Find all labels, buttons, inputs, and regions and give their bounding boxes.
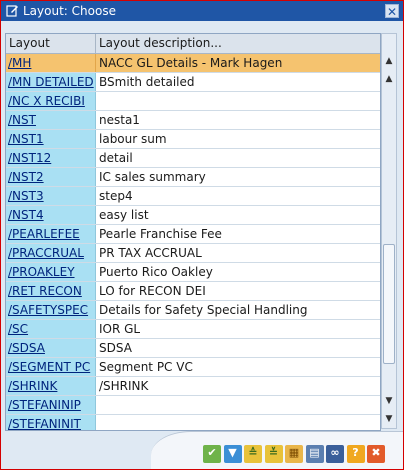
table-row[interactable]: /PRACCRUAL PR TAX ACCRUAL <box>6 244 380 263</box>
dialog-title: Layout: Choose <box>23 4 116 18</box>
table-header: Layout Layout description... <box>6 34 380 54</box>
layout-description-cell[interactable]: IC sales summary <box>96 168 380 186</box>
table-row[interactable]: /NST12 detail <box>6 149 380 168</box>
table-row[interactable]: /NST4 easy list <box>6 206 380 225</box>
layout-description-cell[interactable]: LO for RECON DEI <box>96 282 380 300</box>
table-row[interactable]: /NST nesta1 <box>6 111 380 130</box>
sort-descending-icon: ≚ <box>268 446 279 459</box>
layout-name-cell[interactable]: /NC X RECIBI <box>6 92 96 110</box>
layout-name-cell[interactable]: /NST <box>6 111 96 129</box>
layout-name-cell[interactable]: /STEFANINIP <box>6 396 96 414</box>
table-row[interactable]: /NST1 labour sum <box>6 130 380 149</box>
table-row[interactable]: /PROAKLEY Puerto Rico Oakley <box>6 263 380 282</box>
close-icon: ✖ <box>371 446 381 459</box>
layout-name-cell[interactable]: /PROAKLEY <box>6 263 96 281</box>
layout-name-cell[interactable]: /SAFETYSPEC <box>6 301 96 319</box>
layout-description-cell[interactable]: BSmith detailed <box>96 73 380 91</box>
layout-description-cell[interactable]: NACC GL Details - Mark Hagen <box>96 54 380 72</box>
scroll-bottom-icon[interactable]: ▼ <box>382 412 396 426</box>
printer-icon: ▤ <box>309 446 320 459</box>
close-window-button[interactable]: ✕ <box>385 4 399 19</box>
table-row[interactable]: /SEGMENT PC Segment PC VC <box>6 358 380 377</box>
layout-name-cell[interactable]: /MH <box>6 54 96 72</box>
layout-name-cell[interactable]: /SDSA <box>6 339 96 357</box>
scroll-top-icon[interactable]: ▲ <box>382 54 396 68</box>
layout-description-cell[interactable]: step4 <box>96 187 380 205</box>
table-row[interactable]: /STEFANINIT <box>6 415 380 430</box>
table-row[interactable]: /PEARLEFEE Pearle Franchise Fee <box>6 225 380 244</box>
column-header-layout[interactable]: Layout <box>6 34 96 53</box>
layout-description-cell[interactable]: Details for Safety Special Handling <box>96 301 380 319</box>
table-row[interactable]: /MN DETAILED BSmith detailed <box>6 73 380 92</box>
layout-description-cell[interactable] <box>96 415 380 430</box>
table-row[interactable]: /SAFETYSPEC Details for Safety Special Ha… <box>6 301 380 320</box>
help-button[interactable]: ? <box>346 445 365 463</box>
sort-descending-button[interactable]: ≚ <box>264 445 283 463</box>
edit-layout-icon <box>6 5 18 17</box>
layout-description-cell[interactable]: easy list <box>96 206 380 224</box>
table-row[interactable]: /SC IOR GL <box>6 320 380 339</box>
layout-name-cell[interactable]: /NST3 <box>6 187 96 205</box>
scrollbar-thumb[interactable] <box>383 244 395 364</box>
layout-description-cell[interactable] <box>96 396 380 414</box>
layout-name-cell[interactable]: /SHRINK <box>6 377 96 395</box>
grid-icon: ▦ <box>288 446 300 459</box>
table-row[interactable]: /STEFANINIP <box>6 396 380 415</box>
layout-name-cell[interactable]: /NST1 <box>6 130 96 148</box>
layout-description-cell[interactable]: IOR GL <box>96 320 380 338</box>
table-view-button[interactable]: ▦ <box>285 445 303 463</box>
layout-description-cell[interactable]: PR TAX ACCRUAL <box>96 244 380 262</box>
table-row[interactable]: /SHRINK/SHRINK <box>6 377 380 396</box>
sort-ascending-icon: ≙ <box>248 446 258 459</box>
table-row[interactable]: /NC X RECIBI <box>6 92 380 111</box>
layout-name-cell[interactable]: /NST4 <box>6 206 96 224</box>
vertical-scrollbar[interactable]: ▲ ▲ ▼ ▼ <box>381 33 397 429</box>
table-row[interactable]: /MH NACC GL Details - Mark Hagen <box>6 54 380 73</box>
cancel-button[interactable]: ✖ <box>367 445 385 463</box>
layout-name-cell[interactable]: /SEGMENT PC <box>6 358 96 376</box>
layout-description-cell[interactable]: detail <box>96 149 380 167</box>
help-icon: ? <box>352 446 359 459</box>
find-button[interactable]: ∞ <box>326 445 344 463</box>
layout-table: Layout Layout description... /MH NACC GL … <box>5 33 381 431</box>
layout-description-cell[interactable]: SDSA <box>96 339 380 357</box>
layout-name-cell[interactable]: /PEARLEFEE <box>6 225 96 243</box>
layout-description-cell[interactable] <box>96 92 380 110</box>
layout-name-cell[interactable]: /SC <box>6 320 96 338</box>
layout-description-cell[interactable]: nesta1 <box>96 111 380 129</box>
layout-description-cell[interactable]: Puerto Rico Oakley <box>96 263 380 281</box>
scroll-down-icon[interactable]: ▼ <box>382 394 396 408</box>
layout-name-cell[interactable]: /STEFANINIT <box>6 415 96 430</box>
layout-description-cell[interactable]: Pearle Franchise Fee <box>96 225 380 243</box>
table-row[interactable]: /NST2 IC sales summary <box>6 168 380 187</box>
continue-button[interactable]: ✔ <box>203 445 221 463</box>
column-header-description[interactable]: Layout description... <box>96 34 380 53</box>
layout-description-cell[interactable]: Segment PC VC <box>96 358 380 376</box>
layout-choose-dialog: Layout: Choose ✕ Layout Layout descripti… <box>0 0 404 470</box>
filter-button[interactable]: ▼ <box>223 445 242 463</box>
print-button[interactable]: ▤ <box>305 445 324 463</box>
layout-name-cell[interactable]: /NST2 <box>6 168 96 186</box>
sort-ascending-button[interactable]: ≙ <box>244 445 262 463</box>
layout-name-cell[interactable]: /RET RECON <box>6 282 96 300</box>
title-bar: Layout: Choose ✕ <box>1 1 403 21</box>
scroll-up-icon[interactable]: ▲ <box>382 72 396 86</box>
filter-icon: ▼ <box>228 446 237 459</box>
table-body: /MH NACC GL Details - Mark Hagen/MN DETAI… <box>6 54 380 430</box>
binoculars-icon: ∞ <box>330 446 340 459</box>
layout-name-cell[interactable]: /PRACCRUAL <box>6 244 96 262</box>
layout-name-cell[interactable]: /MN DETAILED <box>6 73 96 91</box>
table-row[interactable]: /NST3 step4 <box>6 187 380 206</box>
layout-name-cell[interactable]: /NST12 <box>6 149 96 167</box>
check-icon: ✔ <box>207 446 217 459</box>
table-row[interactable]: /SDSA SDSA <box>6 339 380 358</box>
layout-description-cell[interactable]: labour sum <box>96 130 380 148</box>
layout-description-cell[interactable]: /SHRINK <box>96 377 380 395</box>
table-row[interactable]: /RET RECON LO for RECON DEI <box>6 282 380 301</box>
